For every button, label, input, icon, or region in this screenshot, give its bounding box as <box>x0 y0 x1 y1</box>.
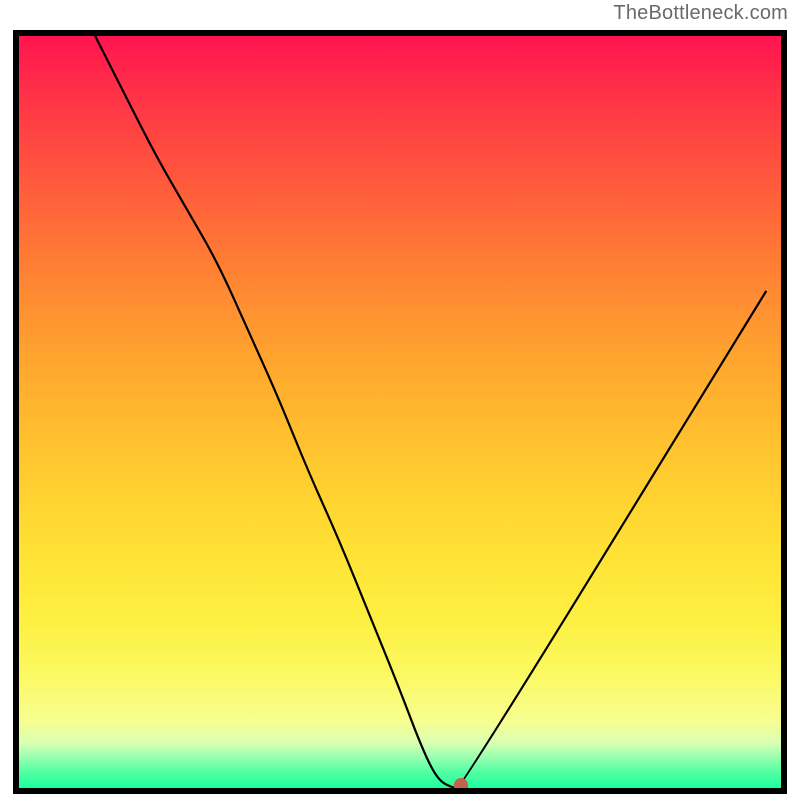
optimum-marker <box>454 778 468 794</box>
curve-svg <box>19 36 781 788</box>
chart-container: TheBottleneck.com <box>0 0 800 800</box>
plot-area <box>19 36 781 788</box>
bottleneck-curve <box>95 36 766 788</box>
plot-frame <box>13 30 787 794</box>
attribution-text: TheBottleneck.com <box>613 2 788 25</box>
